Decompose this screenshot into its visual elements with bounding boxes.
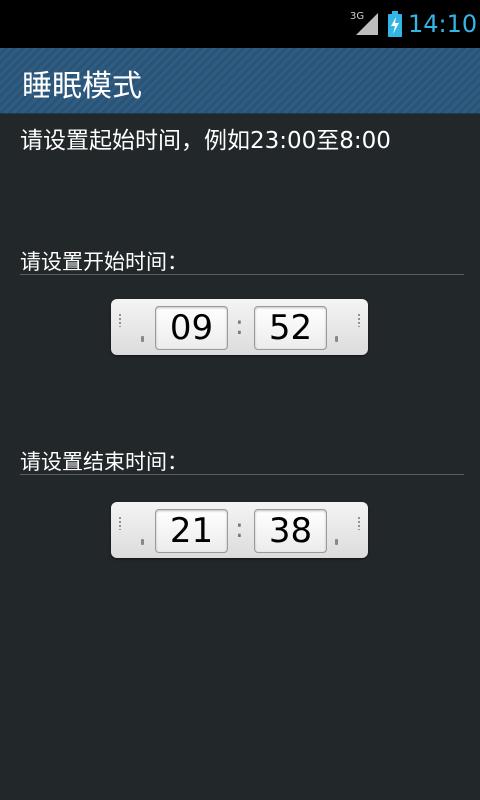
end-minute-field[interactable]: 38 <box>254 509 327 553</box>
start-divider <box>20 274 464 275</box>
drag-handle-icon[interactable] <box>118 516 122 530</box>
page-title: 睡眠模式 <box>22 69 142 104</box>
end-time-picker[interactable]: 21 : 38 <box>111 502 368 558</box>
end-divider <box>20 474 464 475</box>
picker-dot <box>141 336 144 342</box>
clock-time: 14:10 <box>408 10 478 38</box>
instruction-text: 请设置起始时间，例如23:00至8:00 <box>20 128 391 154</box>
start-minute-field[interactable]: 52 <box>254 306 327 350</box>
action-bar: 睡眠模式 <box>0 48 480 114</box>
picker-dot <box>335 336 338 342</box>
end-time-label: 请设置结束时间： <box>20 450 188 474</box>
signal-icon <box>356 13 378 35</box>
picker-dot <box>335 539 338 545</box>
start-time-label: 请设置开始时间： <box>20 250 188 274</box>
picker-dot <box>141 539 144 545</box>
drag-handle-icon[interactable] <box>357 313 361 327</box>
start-hour-field[interactable]: 09 <box>155 306 228 350</box>
battery-charging-icon <box>388 11 402 37</box>
time-separator: : <box>235 514 244 544</box>
drag-handle-icon[interactable] <box>118 313 122 327</box>
time-separator: : <box>235 311 244 341</box>
status-bar: 3G 14:10 <box>0 0 480 48</box>
drag-handle-icon[interactable] <box>357 516 361 530</box>
end-hour-field[interactable]: 21 <box>155 509 228 553</box>
start-time-picker[interactable]: 09 : 52 <box>111 299 368 355</box>
